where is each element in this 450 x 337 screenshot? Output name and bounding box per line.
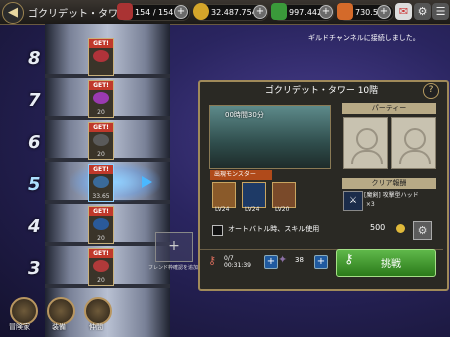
reward-text: [魔剣] 攻撃型ハッド ×3 (364, 192, 419, 208)
stamina-icon (117, 3, 133, 20)
stamina-value: 154 / 154 (135, 8, 174, 17)
selected-floor-arrow-icon (142, 176, 152, 188)
party-header: パーティー (342, 103, 436, 114)
monster-card[interactable] (242, 182, 266, 208)
add-green-currency-button[interactable]: + (319, 5, 333, 19)
monster-icon (93, 134, 109, 146)
key-icon: ⚷ (208, 254, 217, 267)
floor-level: 20 (97, 277, 105, 284)
floor-reward-card[interactable]: GET! 20 (88, 80, 114, 118)
floor-reward-card[interactable]: GET! (88, 38, 114, 76)
panel-title: ゴクリデット・タワー 10階 (264, 86, 379, 96)
get-badge: GET! (89, 123, 113, 132)
add-ticket-button[interactable]: + (314, 255, 328, 269)
monster-icon (93, 260, 109, 272)
entry-cost: 500 (370, 223, 386, 232)
floor-level: 20 (97, 235, 105, 242)
get-badge: GET! (89, 207, 113, 216)
user-silhouette-body (399, 150, 431, 164)
adventurer-button[interactable] (10, 297, 38, 325)
floor-reward-card[interactable]: GET! 33.65 (88, 164, 114, 202)
companion-label: 仲間 (89, 323, 103, 331)
equipment-label: 装備 (52, 323, 66, 331)
monster-icon (93, 176, 109, 188)
add-stamina-button[interactable]: + (174, 5, 188, 19)
floor-reward-card[interactable]: GET! 20 (88, 248, 114, 286)
add-orange-currency-button[interactable]: + (377, 5, 391, 19)
gear-icon[interactable]: ⚙ (414, 3, 431, 20)
floor-number[interactable]: 8 (28, 48, 41, 69)
monster-level: LV24 (245, 206, 260, 213)
clear-reward-header: クリア報酬 (342, 178, 436, 189)
settings-gear-icon[interactable]: ⚙ (413, 221, 432, 240)
monster-card[interactable] (272, 182, 296, 208)
companion-button[interactable] (84, 297, 112, 325)
monster-icon (93, 92, 109, 104)
monster-level: LV20 (275, 206, 290, 213)
page-title: ゴクリデット・タワー (28, 9, 128, 20)
gold-coin-icon (396, 224, 405, 233)
friend-slot-label: フレンド枠確認を追加 (148, 265, 199, 271)
add-key-button[interactable]: + (264, 255, 278, 269)
back-button[interactable]: ◀ (2, 2, 24, 24)
party-slot[interactable] (343, 117, 388, 169)
floor-number[interactable]: 7 (28, 90, 41, 111)
monster-card[interactable] (212, 182, 236, 208)
monster-icon (93, 50, 109, 62)
ticket-count: 38 (295, 256, 304, 264)
menu-icon[interactable]: ☰ (432, 3, 449, 20)
monster-section-header: 出現モンスター (210, 170, 272, 180)
add-friend-slot[interactable]: + (155, 232, 193, 262)
help-icon[interactable]: ? (423, 83, 439, 99)
key-counter: 0/7 00:31:39 (224, 255, 251, 269)
party-slot[interactable] (391, 117, 436, 169)
user-silhouette-icon (404, 128, 426, 150)
green-gem-icon (271, 3, 287, 20)
user-silhouette-icon (356, 128, 378, 150)
user-silhouette-body (351, 150, 383, 164)
get-badge: GET! (89, 81, 113, 90)
get-badge: GET! (89, 165, 113, 174)
floor-reward-card[interactable]: GET! 20 (88, 122, 114, 160)
floor-level: 20 (97, 109, 105, 116)
sword-reward-icon[interactable]: ⚔ (343, 191, 363, 211)
ticket-icon: ✦ (278, 253, 288, 266)
mail-icon[interactable]: ✉ (395, 3, 412, 20)
monster-icon (93, 218, 109, 230)
green-currency-value: 997.442 (289, 8, 323, 17)
equipment-button[interactable] (47, 297, 75, 325)
floor-level: 20 (97, 151, 105, 158)
gold-value: 32.487.754 (211, 8, 257, 17)
back-arrow-icon: ◀ (8, 5, 18, 20)
floor-reward-card[interactable]: GET! 20 (88, 206, 114, 244)
floor-number[interactable]: 5 (28, 174, 41, 195)
floor-number[interactable]: 3 (28, 258, 41, 279)
add-gold-button[interactable]: + (253, 5, 267, 19)
challenge-label: 挑戦 (381, 259, 401, 270)
carrot-icon (337, 3, 353, 20)
key-icon: ⚷ (344, 252, 354, 267)
stage-time: 00時間30分 (225, 111, 264, 119)
guild-channel-notice: ギルドチャンネルに接続しました。 (308, 34, 420, 42)
get-badge: GET! (89, 39, 113, 48)
floor-level: 33.65 (92, 193, 110, 200)
auto-battle-skill-label: オートバトル時、スキル使用 (228, 225, 320, 233)
floor-number[interactable]: 4 (28, 216, 41, 237)
gold-coin-icon (193, 3, 209, 20)
floor-number[interactable]: 6 (28, 132, 41, 153)
get-badge: GET! (89, 249, 113, 258)
auto-battle-skill-checkbox[interactable] (212, 225, 223, 236)
adventurer-label: 冒険家 (9, 323, 30, 331)
monster-level: LV24 (215, 206, 230, 213)
